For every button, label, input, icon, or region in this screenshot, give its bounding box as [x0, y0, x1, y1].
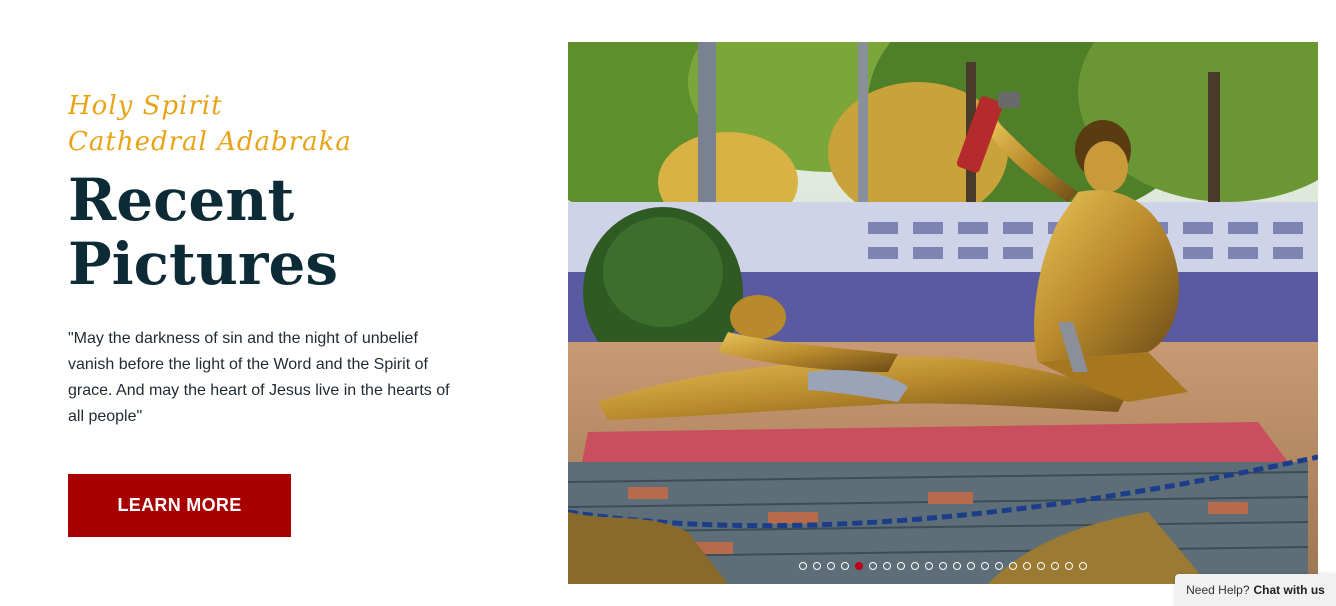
- slider-dot[interactable]: [995, 562, 1003, 570]
- slider-dot[interactable]: [1065, 562, 1073, 570]
- hero-subtitle: Holy Spirit Cathedral Adabraka: [68, 91, 352, 157]
- slider-dot[interactable]: [939, 562, 947, 570]
- page-title: Recent Pictures: [68, 166, 339, 298]
- slider-dot[interactable]: [967, 562, 975, 570]
- slider-dot[interactable]: [827, 562, 835, 570]
- slider-dot[interactable]: [1009, 562, 1017, 570]
- slider-dot[interactable]: [869, 562, 877, 570]
- slide-image: [568, 42, 1318, 584]
- slider-dot[interactable]: [981, 562, 989, 570]
- slider-dot[interactable]: [813, 562, 821, 570]
- slider-dot[interactable]: [953, 562, 961, 570]
- image-slider[interactable]: [568, 42, 1318, 584]
- slider-dot[interactable]: [897, 562, 905, 570]
- slider-dot[interactable]: [1051, 562, 1059, 570]
- hero-quote: "May the darkness of sin and the night o…: [68, 330, 450, 425]
- slider-dot[interactable]: [925, 562, 933, 570]
- slider-dot[interactable]: [911, 562, 919, 570]
- slider-dot[interactable]: [799, 562, 807, 570]
- hero-text: Holy Spirit Cathedral Adabraka Recent Pi…: [68, 88, 468, 296]
- slider-dot[interactable]: [1037, 562, 1045, 570]
- slider-dot[interactable]: [855, 562, 863, 570]
- slider-dot[interactable]: [1023, 562, 1031, 570]
- learn-more-button[interactable]: LEARN MORE: [68, 474, 291, 537]
- slider-dot[interactable]: [1079, 562, 1087, 570]
- chat-label: Chat with us: [1253, 583, 1325, 597]
- chat-prefix: Need Help?: [1186, 583, 1250, 597]
- chat-widget-button[interactable]: Need Help? Chat with us: [1175, 574, 1336, 606]
- slider-pagination: [568, 562, 1318, 570]
- slider-dot[interactable]: [883, 562, 891, 570]
- slider-dot[interactable]: [841, 562, 849, 570]
